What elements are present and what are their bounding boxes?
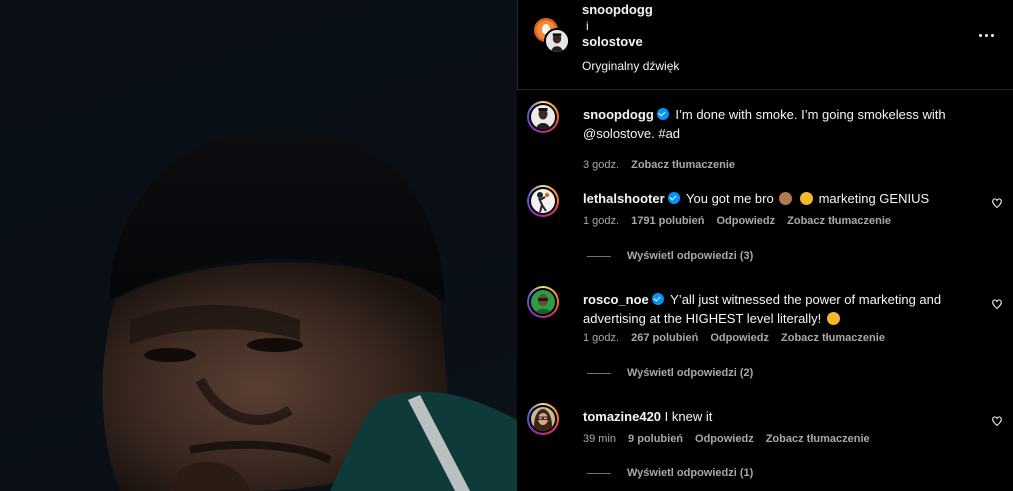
- more-options-icon[interactable]: [979, 28, 997, 42]
- lethalshooter-avatar-image: [531, 189, 555, 213]
- commenter-avatar[interactable]: [527, 403, 559, 435]
- caption-meta: 3 godz. Zobacz tłumaczenie: [583, 159, 735, 171]
- video-player[interactable]: [0, 0, 517, 491]
- rosco-noe-avatar-image: [531, 290, 555, 314]
- translate-link[interactable]: Zobacz tłumaczenie: [781, 332, 885, 344]
- view-replies-label: Wyświetl odpowiedzi (1): [627, 467, 754, 479]
- comment-meta: 1 godz. 267 polubień Odpowiedz Zobacz tł…: [583, 332, 885, 344]
- view-replies-button[interactable]: Wyświetl odpowiedzi (3): [587, 250, 753, 262]
- person-shrugging-emoji-icon: [779, 192, 793, 205]
- caption-time[interactable]: 3 godz.: [583, 159, 619, 171]
- comment-meta: 1 godz. 1791 polubień Odpowiedz Zobacz t…: [583, 215, 891, 227]
- comment-text: lethalshooter You got me bro marketing G…: [583, 189, 983, 208]
- commenter-avatar[interactable]: [527, 185, 559, 217]
- header-username-2[interactable]: solostove: [582, 34, 679, 50]
- reply-button[interactable]: Odpowiedz: [716, 215, 775, 227]
- comment-username[interactable]: rosco_noe: [583, 292, 649, 307]
- snoopdogg-avatar-image: [546, 30, 568, 52]
- caption-translate-link[interactable]: Zobacz tłumaczenie: [631, 159, 735, 171]
- comment-likes[interactable]: 1791 polubień: [631, 215, 704, 227]
- snoopdogg-avatar-image: [531, 105, 555, 129]
- verified-badge-icon: [656, 108, 669, 120]
- collab-avatars[interactable]: [534, 16, 576, 56]
- view-replies-button[interactable]: Wyświetl odpowiedzi (1): [587, 467, 753, 479]
- comment-likes[interactable]: 267 polubień: [631, 332, 698, 344]
- comment-body-part2: marketing GENIUS: [818, 191, 930, 206]
- post-header-text: snoopdogg i solostove Oryginalny dźwięk: [582, 2, 679, 74]
- verified-badge-icon: [667, 192, 680, 204]
- caption-avatar[interactable]: [527, 101, 559, 133]
- view-replies-label: Wyświetl odpowiedzi (2): [627, 367, 754, 379]
- comment-body-part1: You got me bro: [686, 191, 774, 206]
- post-side-panel: snoopdogg i solostove Oryginalny dźwięk: [517, 0, 1013, 491]
- snoopdogg-avatar[interactable]: [544, 28, 570, 54]
- heart-icon[interactable]: [991, 298, 1003, 310]
- comment-meta: 39 min 9 polubień Odpowiedz Zobacz tłuma…: [583, 433, 870, 445]
- reply-button[interactable]: Odpowiedz: [695, 433, 754, 445]
- view-replies-label: Wyświetl odpowiedzi (3): [627, 250, 754, 262]
- verified-badge-icon: [651, 293, 664, 305]
- header-conjunction: i: [586, 19, 589, 33]
- comment-username[interactable]: lethalshooter: [583, 191, 665, 206]
- comment-time[interactable]: 39 min: [583, 433, 616, 445]
- commenter-avatar[interactable]: [527, 286, 559, 318]
- post-header: snoopdogg i solostove Oryginalny dźwięk: [517, 0, 1013, 90]
- video-frame: [102, 128, 517, 491]
- comments-list: snoopdogg I’m done with smoke. I’m going…: [517, 91, 1013, 491]
- view-replies-button[interactable]: Wyświetl odpowiedzi (2): [587, 367, 753, 379]
- header-username-1[interactable]: snoopdogg: [582, 2, 679, 18]
- smiling-emoji-icon: [826, 312, 840, 325]
- heart-icon[interactable]: [991, 197, 1003, 209]
- comment-body: I knew it: [664, 409, 713, 424]
- comment-time[interactable]: 1 godz.: [583, 215, 619, 227]
- translate-link[interactable]: Zobacz tłumaczenie: [766, 433, 870, 445]
- comment-text: tomazine420 I knew it: [583, 407, 983, 426]
- replies-divider: [587, 255, 611, 257]
- comment-time[interactable]: 1 godz.: [583, 332, 619, 344]
- caption-username[interactable]: snoopdogg: [583, 107, 654, 122]
- audio-link[interactable]: Oryginalny dźwięk: [582, 58, 679, 74]
- caption-text: snoopdogg I’m done with smoke. I’m going…: [583, 105, 983, 143]
- comment-username[interactable]: tomazine420: [583, 409, 661, 424]
- reply-button[interactable]: Odpowiedz: [710, 332, 769, 344]
- translate-link[interactable]: Zobacz tłumaczenie: [787, 215, 891, 227]
- comment-text: rosco_noe Y’all just witnessed the power…: [583, 290, 983, 328]
- laughing-emoji-icon: [799, 192, 813, 205]
- comment-likes[interactable]: 9 polubień: [628, 433, 683, 445]
- replies-divider: [587, 372, 611, 374]
- replies-divider: [587, 472, 611, 474]
- tomazine420-avatar-image: [531, 407, 555, 431]
- heart-icon[interactable]: [991, 415, 1003, 427]
